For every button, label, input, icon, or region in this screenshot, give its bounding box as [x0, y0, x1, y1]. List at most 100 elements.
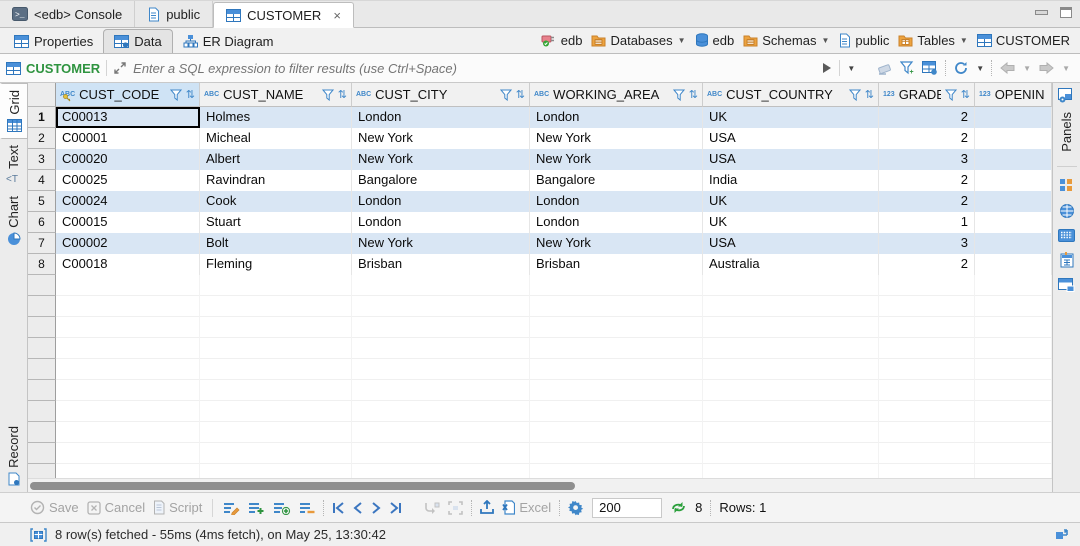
maximize-icon[interactable] — [1060, 7, 1072, 18]
column-sort-icon[interactable]: ⇅ — [186, 88, 195, 101]
cell[interactable] — [975, 233, 1052, 254]
refresh-icon[interactable] — [953, 61, 969, 75]
cell[interactable]: 1 — [879, 212, 975, 233]
cell[interactable]: Brisban — [352, 254, 530, 275]
cell[interactable] — [975, 170, 1052, 191]
column-sort-icon[interactable]: ⇅ — [516, 88, 525, 101]
row-number[interactable]: 7 — [28, 233, 56, 254]
horizontal-scrollbar-thumb[interactable] — [30, 482, 575, 490]
add-row-icon[interactable] — [248, 501, 265, 515]
erase-filter-icon[interactable] — [877, 62, 893, 75]
cell[interactable]: London — [352, 191, 530, 212]
cell[interactable]: C00020 — [56, 149, 200, 170]
refresh-chevron-icon[interactable]: ▼ — [976, 64, 984, 73]
column-sort-icon[interactable]: ⇅ — [961, 88, 970, 101]
column-filter-icon[interactable] — [170, 89, 182, 101]
breadcrumb-database[interactable]: edb — [695, 33, 735, 48]
column-header-cust_country[interactable]: ABCCUST_COUNTRY⇅ — [703, 83, 879, 107]
column-sort-icon[interactable]: ⇅ — [865, 88, 874, 101]
row-number[interactable]: 5 — [28, 191, 56, 212]
cell[interactable]: C00018 — [56, 254, 200, 275]
cell[interactable]: Australia — [703, 254, 879, 275]
last-row-icon[interactable] — [389, 502, 402, 514]
column-filter-icon[interactable] — [945, 89, 957, 101]
cell[interactable]: London — [352, 212, 530, 233]
cell[interactable] — [975, 107, 1052, 128]
references-panel-icon[interactable] — [1058, 278, 1075, 292]
row-number[interactable]: 6 — [28, 212, 56, 233]
duplicate-row-icon[interactable] — [273, 501, 291, 515]
cell[interactable]: USA — [703, 149, 879, 170]
fetch-size-input[interactable] — [592, 498, 662, 518]
cell[interactable]: UK — [703, 191, 879, 212]
cell[interactable] — [975, 149, 1052, 170]
fetch-all-rows-icon[interactable] — [448, 501, 463, 515]
cell[interactable]: Ravindran — [200, 170, 352, 191]
breadcrumb-schemas[interactable]: Schemas ▼ — [743, 33, 829, 48]
excel-export-button[interactable]: Excel — [502, 500, 551, 515]
cell[interactable]: C00001 — [56, 128, 200, 149]
close-icon[interactable]: × — [333, 8, 341, 23]
cell[interactable]: C00025 — [56, 170, 200, 191]
cell[interactable] — [975, 254, 1052, 275]
save-button[interactable]: Save — [30, 500, 79, 515]
column-filter-icon[interactable] — [322, 89, 334, 101]
presentation-tab-record[interactable]: Record — [6, 420, 21, 492]
cell[interactable]: Fleming — [200, 254, 352, 275]
cell[interactable]: USA — [703, 233, 879, 254]
cell[interactable]: Holmes — [200, 107, 352, 128]
cell[interactable]: Cook — [200, 191, 352, 212]
cell[interactable]: Bangalore — [530, 170, 703, 191]
cell[interactable] — [975, 191, 1052, 212]
cell[interactable]: London — [352, 107, 530, 128]
cell[interactable]: C00013 — [56, 107, 200, 128]
edit-cell-icon[interactable] — [223, 501, 240, 515]
back-chevron-icon[interactable]: ▼ — [1023, 64, 1031, 73]
cell[interactable]: India — [703, 170, 879, 191]
breadcrumb-databases[interactable]: Databases ▼ — [591, 33, 685, 48]
cell[interactable]: London — [530, 212, 703, 233]
delete-row-icon[interactable] — [299, 501, 315, 515]
tab-properties[interactable]: Properties — [4, 29, 103, 53]
fetch-next-page-icon[interactable] — [424, 501, 440, 515]
column-filter-icon[interactable] — [673, 89, 685, 101]
breadcrumb-schema[interactable]: public — [838, 33, 889, 48]
column-header-cust_name[interactable]: ABCCUST_NAME⇅ — [200, 83, 352, 107]
row-number[interactable]: 3 — [28, 149, 56, 170]
cell[interactable]: Bangalore — [352, 170, 530, 191]
tab-public[interactable]: public — [135, 1, 213, 27]
cell[interactable]: New York — [530, 233, 703, 254]
tab-customer[interactable]: CUSTOMER × — [213, 2, 354, 28]
cell[interactable]: Brisban — [530, 254, 703, 275]
row-number[interactable]: 1 — [28, 107, 56, 128]
forward-icon[interactable] — [1038, 62, 1055, 74]
presentation-tab-grid[interactable]: Grid — [0, 83, 28, 139]
cell[interactable]: New York — [352, 149, 530, 170]
cell[interactable]: Bolt — [200, 233, 352, 254]
grid-settings-icon[interactable] — [922, 61, 938, 75]
cell[interactable]: UK — [703, 212, 879, 233]
cancel-button[interactable]: Cancel — [87, 500, 145, 515]
presentation-tab-chart[interactable]: Chart — [6, 190, 21, 252]
tab-er-diagram[interactable]: ER Diagram — [173, 29, 284, 53]
tab-console[interactable]: >_ <edb> Console — [0, 1, 135, 27]
column-header-grade[interactable]: 123GRADE⇅ — [879, 83, 975, 107]
cell[interactable]: 3 — [879, 149, 975, 170]
cell[interactable]: C00015 — [56, 212, 200, 233]
metadata-panel-icon[interactable] — [1059, 203, 1075, 219]
cell[interactable]: New York — [530, 149, 703, 170]
expand-filter-icon[interactable] — [113, 61, 127, 75]
calc-panel-icon[interactable] — [1058, 229, 1075, 242]
breadcrumb-connection[interactable]: edb — [541, 33, 583, 48]
cell[interactable]: 2 — [879, 254, 975, 275]
forward-chevron-icon[interactable]: ▼ — [1062, 64, 1070, 73]
cell[interactable]: New York — [352, 233, 530, 254]
script-button[interactable]: Script — [153, 500, 202, 515]
cell[interactable]: 3 — [879, 233, 975, 254]
row-number[interactable]: 4 — [28, 170, 56, 191]
column-header-working_area[interactable]: ABCWORKING_AREA⇅ — [530, 83, 703, 107]
cell[interactable]: 2 — [879, 191, 975, 212]
cell[interactable]: Albert — [200, 149, 352, 170]
column-header-cust_city[interactable]: ABCCUST_CITY⇅ — [352, 83, 530, 107]
column-sort-icon[interactable]: ⇅ — [338, 88, 347, 101]
